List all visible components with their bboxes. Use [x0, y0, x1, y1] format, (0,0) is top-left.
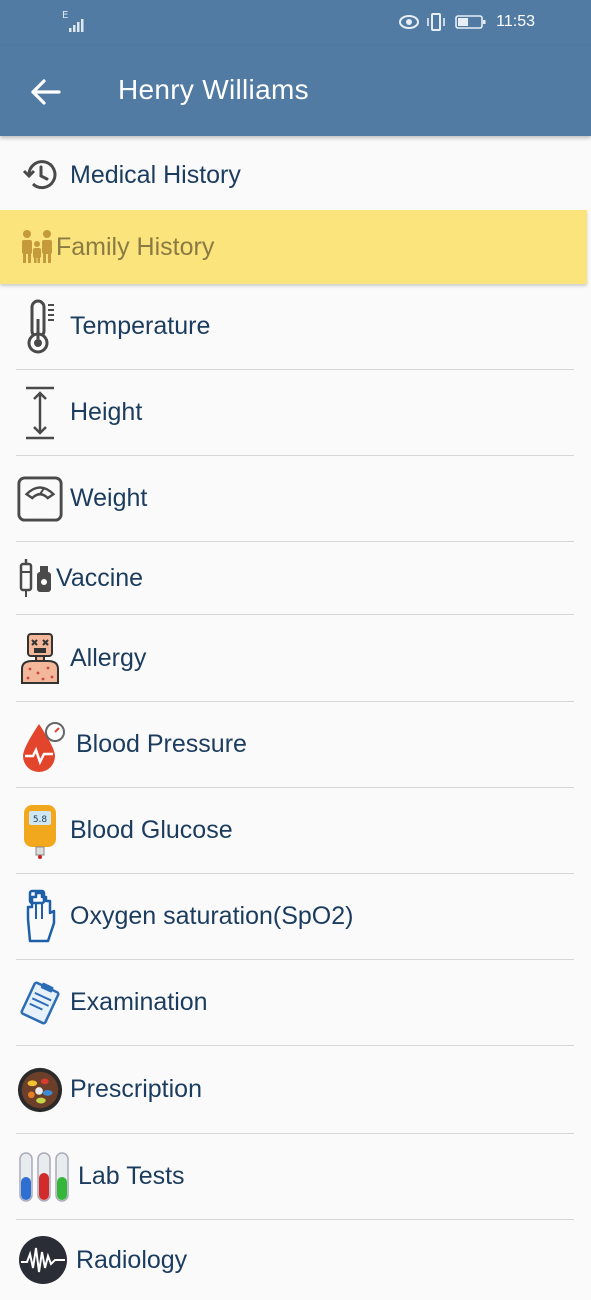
menu-item-weight[interactable]: Weight: [16, 456, 574, 542]
family-icon: [20, 227, 54, 267]
menu-item-label: Blood Glucose: [70, 816, 233, 844]
pills-icon: [16, 1066, 64, 1114]
menu-item-label: Radiology: [76, 1245, 188, 1274]
menu-item-label: Height: [70, 398, 143, 426]
clock: 11:53: [496, 13, 535, 30]
menu-item-oxygen-saturation[interactable]: Oxygen saturation(SpO2): [16, 874, 574, 960]
menu-item-label: Temperature: [70, 312, 211, 340]
allergy-icon: [16, 633, 64, 684]
menu-item-examination[interactable]: Examination: [16, 960, 574, 1046]
menu-item-blood-glucose[interactable]: 5.8 Blood Glucose: [16, 788, 574, 874]
battery-icon: [455, 15, 486, 29]
thermometer-icon: [16, 299, 64, 353]
menu-item-blood-pressure[interactable]: Blood Pressure: [16, 702, 574, 788]
menu-item-label: Family History: [56, 232, 215, 261]
glucose-reading: 5.8: [33, 815, 48, 825]
menu-item-label: Allergy: [70, 643, 147, 672]
menu-item-prescription[interactable]: Prescription: [16, 1046, 574, 1134]
signal-icon: E: [62, 10, 88, 32]
menu-item-label: Lab Tests: [78, 1162, 185, 1190]
glucometer-icon: 5.8: [16, 804, 64, 859]
menu-item-label: Medical History: [70, 160, 241, 189]
menu-item-radiology[interactable]: Radiology: [16, 1220, 574, 1300]
menu-item-vaccine[interactable]: Vaccine: [16, 542, 574, 615]
menu-item-label: Vaccine: [56, 563, 144, 592]
menu-item-label: Examination: [70, 988, 208, 1016]
clipboard-icon: [16, 979, 64, 1027]
history-icon: [16, 151, 64, 199]
status-bar: E 11:53: [0, 0, 591, 46]
test-tubes-icon: [16, 1151, 72, 1202]
menu-item-lab-tests[interactable]: Lab Tests: [16, 1134, 574, 1220]
height-icon: [16, 386, 64, 439]
menu-item-family-history[interactable]: Family History: [0, 210, 587, 284]
radiology-icon: [16, 1236, 70, 1284]
menu-item-allergy[interactable]: Allergy: [16, 615, 574, 702]
app-bar: Henry Williams: [0, 46, 591, 136]
vaccine-icon: [16, 554, 56, 602]
back-button[interactable]: [28, 74, 64, 110]
scale-icon: [16, 475, 64, 523]
menu-item-temperature[interactable]: Temperature: [16, 284, 574, 370]
menu-item-label: Oxygen saturation(SpO2): [70, 902, 354, 930]
arrow-left-icon: [31, 79, 61, 105]
oximeter-hand-icon: [16, 889, 64, 942]
blood-pressure-icon: [16, 721, 70, 772]
menu-item-height[interactable]: Height: [16, 370, 574, 456]
menu-item-label: Blood Pressure: [76, 730, 247, 758]
vibrate-icon: [427, 13, 445, 31]
eye-icon: [399, 15, 419, 29]
menu-item-medical-history[interactable]: Medical History: [16, 140, 574, 210]
menu-item-label: Weight: [70, 484, 148, 512]
menu-item-label: Prescription: [70, 1075, 202, 1103]
page-title: Henry Williams: [118, 74, 309, 105]
